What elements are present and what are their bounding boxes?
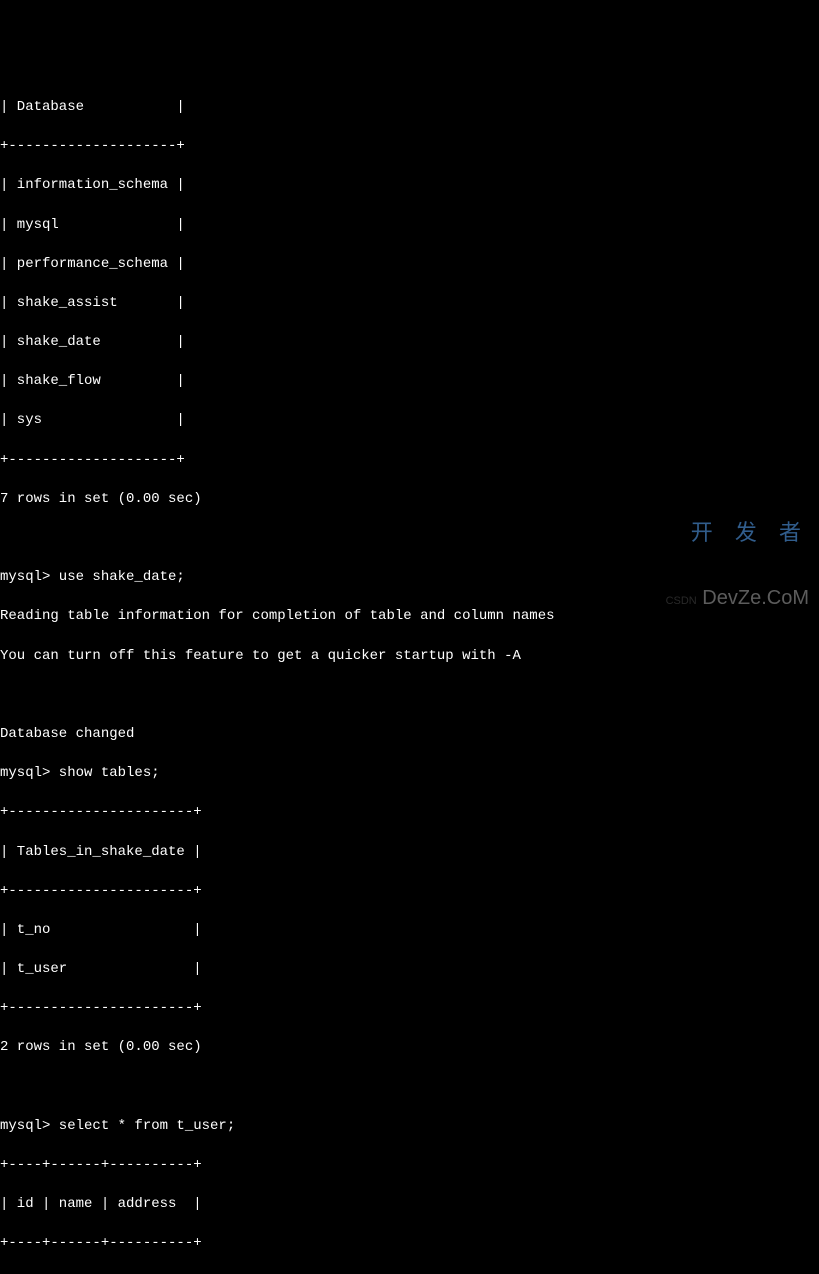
db-row: | shake_assist | [0,294,819,314]
mysql-prompt: mysql> use shake_date; [0,568,819,588]
db-row: | mysql | [0,216,819,236]
blank-line [0,529,819,549]
db-row: | performance_schema | [0,255,819,275]
tables-header: | Tables_in_shake_date | [0,843,819,863]
table-row: | t_no | [0,921,819,941]
db-table-divider: +--------------------+ [0,137,819,157]
result-summary: 7 rows in set (0.00 sec) [0,490,819,510]
tables-divider: +----------------------+ [0,999,819,1019]
mysql-prompt: mysql> show tables; [0,764,819,784]
db-table-header: | Database | [0,98,819,118]
user-header: | id | name | address | [0,1195,819,1215]
db-row: | information_schema | [0,176,819,196]
result-summary: 2 rows in set (0.00 sec) [0,1038,819,1058]
blank-line [0,1078,819,1098]
terminal-output[interactable]: | Database | +--------------------+ | in… [0,78,819,1274]
db-row: | sys | [0,411,819,431]
db-row: | shake_flow | [0,372,819,392]
tables-divider: +----------------------+ [0,803,819,823]
db-table-divider: +--------------------+ [0,451,819,471]
user-divider: +----+------+----------+ [0,1234,819,1254]
tables-divider: +----------------------+ [0,882,819,902]
db-row: | shake_date | [0,333,819,353]
info-message: You can turn off this feature to get a q… [0,647,819,667]
user-divider: +----+------+----------+ [0,1156,819,1176]
info-message: Reading table information for completion… [0,607,819,627]
blank-line [0,686,819,706]
table-row: | t_user | [0,960,819,980]
status-message: Database changed [0,725,819,745]
mysql-prompt: mysql> select * from t_user; [0,1117,819,1137]
